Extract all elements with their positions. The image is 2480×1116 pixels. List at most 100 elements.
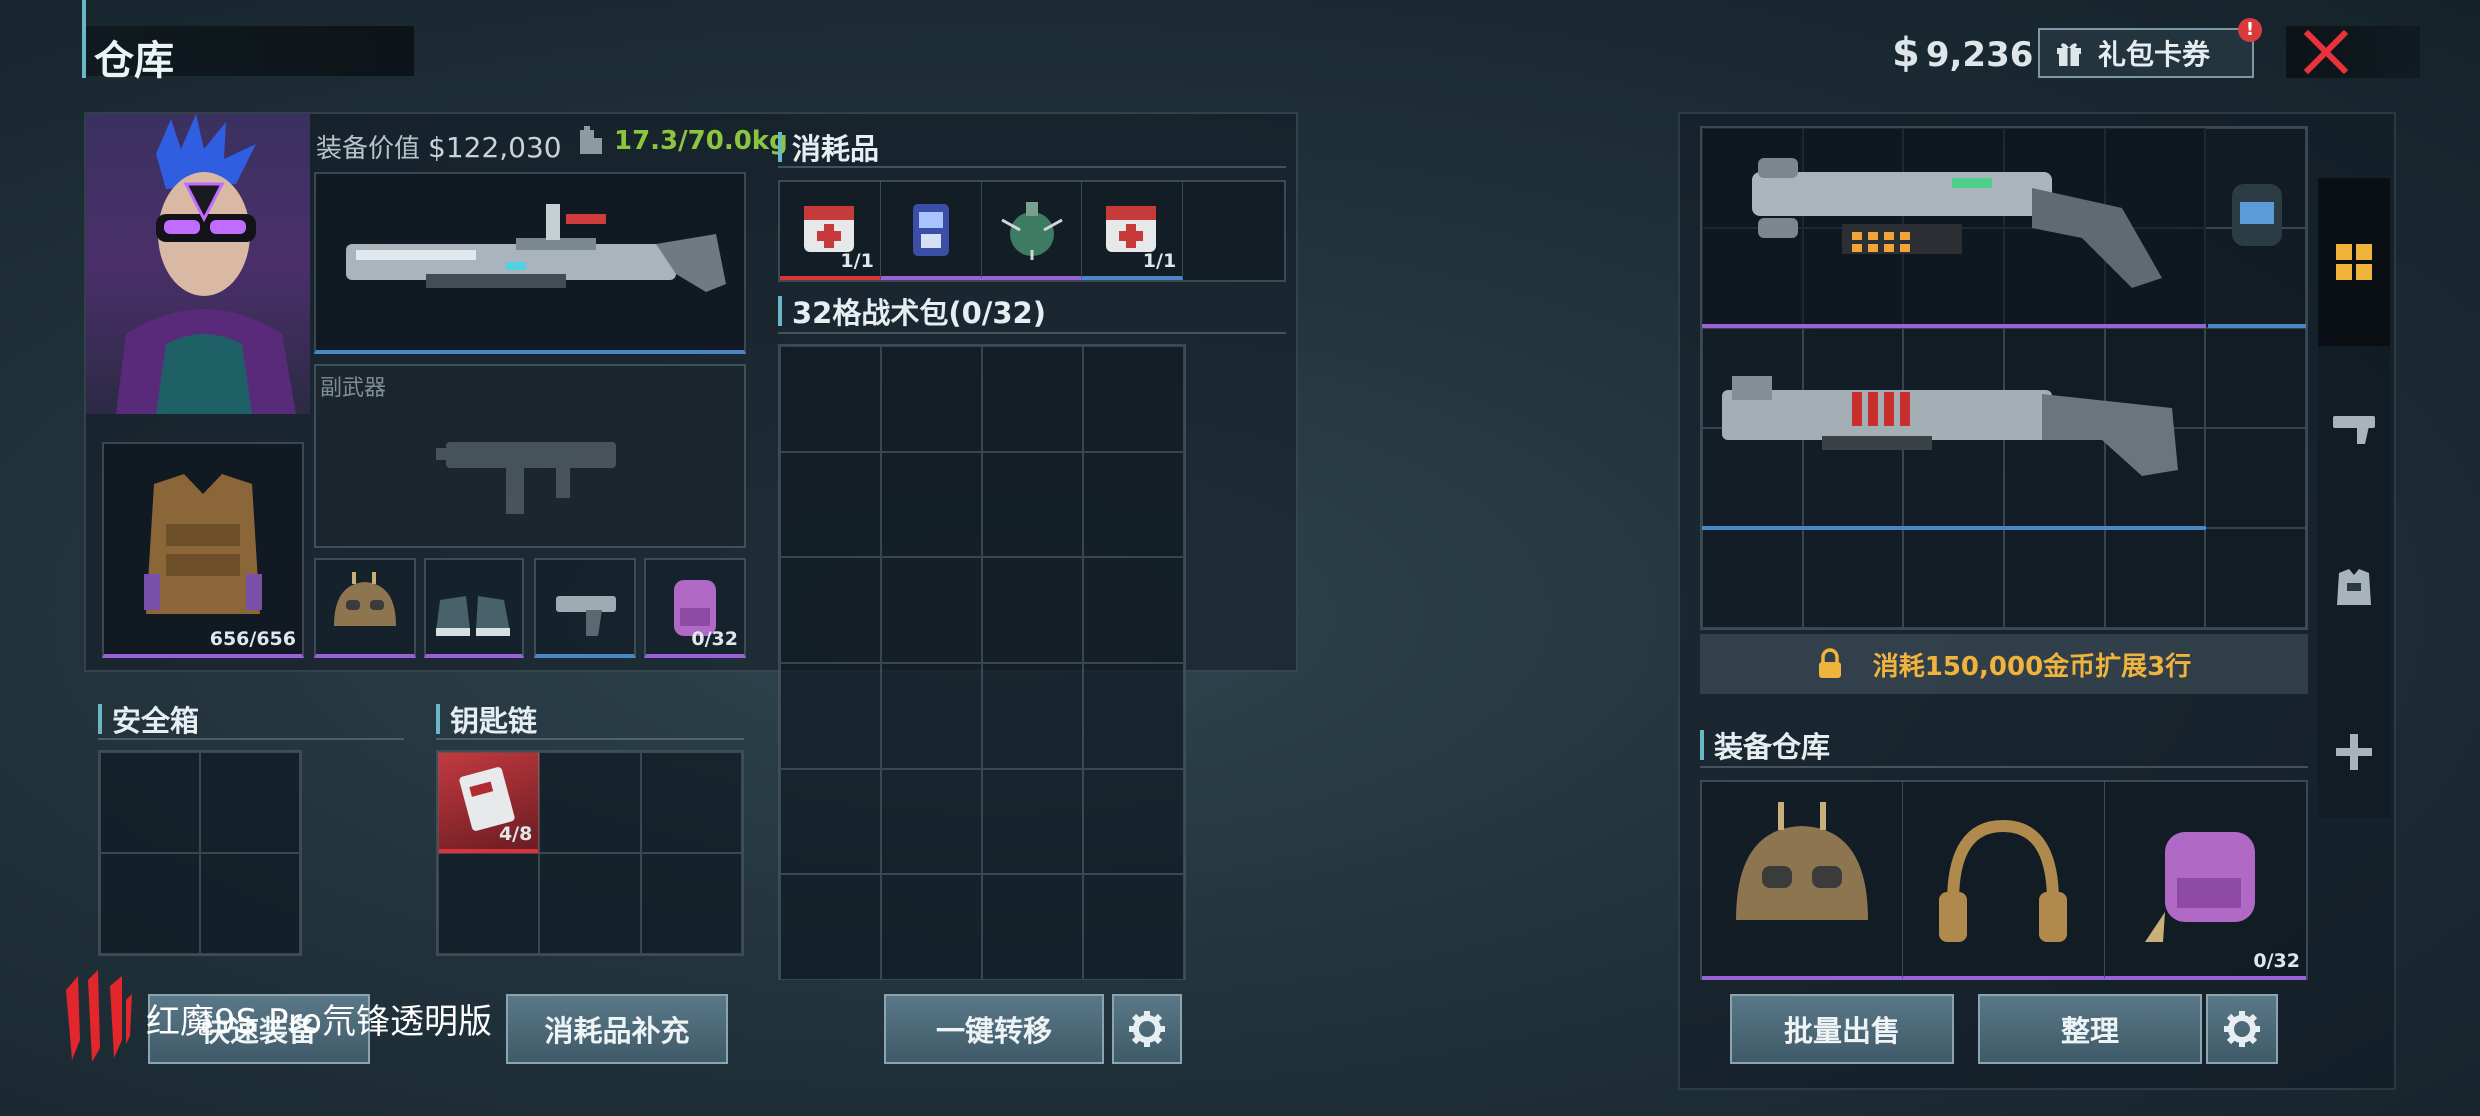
bag-cell[interactable] — [780, 662, 881, 769]
keychain-cell[interactable] — [539, 752, 641, 853]
storage-settings-button[interactable] — [2206, 994, 2278, 1064]
gift-icon — [2057, 43, 2081, 66]
character-portrait[interactable] — [86, 114, 310, 414]
storage-cell[interactable] — [1702, 528, 1803, 628]
secondary-weapon-slot[interactable]: 副武器 — [314, 364, 746, 548]
page-title: 仓库 — [94, 38, 174, 84]
one-click-transfer-button[interactable]: 一键转移 — [884, 994, 1104, 1064]
bag-cell[interactable] — [1083, 557, 1184, 663]
bag-cell[interactable] — [982, 557, 1083, 663]
bag-cell[interactable] — [982, 768, 1083, 875]
keychain-title: 钥匙链 — [436, 698, 537, 740]
refill-consumables-button[interactable]: 消耗品补充 — [506, 994, 728, 1064]
bag-cell[interactable] — [982, 346, 1083, 452]
tactical-bag-title: 32格战术包(0/32) — [778, 290, 1046, 332]
storage-expand-bar[interactable]: 消耗150,000金币扩展3行 — [1700, 634, 2308, 694]
tab-all-items[interactable] — [2318, 178, 2390, 346]
consumables-accent — [778, 132, 782, 162]
bag-cell[interactable] — [780, 874, 881, 980]
bag-cell[interactable] — [780, 768, 881, 875]
consumable-slot[interactable]: 1/1 — [780, 182, 881, 280]
bag-cell[interactable] — [982, 451, 1083, 558]
close-button[interactable] — [2286, 26, 2420, 78]
storage-cell[interactable] — [2205, 428, 2306, 528]
safe-box-cell[interactable] — [200, 853, 300, 954]
transfer-settings-button[interactable] — [1112, 994, 1182, 1064]
bag-cell[interactable] — [780, 346, 881, 452]
stored-shotgun-item[interactable] — [1702, 128, 2206, 328]
keychain-cell[interactable] — [640, 752, 742, 853]
safe-box-cell[interactable] — [200, 752, 300, 853]
heavy-shotgun-icon — [1722, 376, 2178, 476]
consumables-row: 1/1 1/1 — [778, 180, 1286, 282]
backpack-icon — [2144, 832, 2255, 942]
equipment-value-label: 装备价值 — [316, 134, 421, 164]
safe-box-cell[interactable] — [100, 853, 200, 954]
dollar-icon: $ — [1892, 30, 1920, 76]
tab-add[interactable] — [2318, 712, 2390, 792]
equipment-storage-title-text: 装备仓库 — [1714, 730, 1831, 764]
equipment-storage-slot[interactable]: 0/32 — [2104, 782, 2306, 980]
armor-slot[interactable]: 656/656 — [102, 442, 304, 658]
keychain-title-text: 钥匙链 — [450, 704, 538, 738]
pistol-slot[interactable] — [534, 558, 636, 658]
keychain-cell[interactable] — [438, 853, 540, 954]
consumables-divider — [778, 166, 1286, 168]
bag-cell[interactable] — [881, 346, 982, 452]
armor-durability: 656/656 — [209, 628, 296, 650]
bulk-sell-button[interactable]: 批量出售 — [1730, 994, 1954, 1064]
grid-category-icon — [2336, 244, 2372, 280]
bag-cell[interactable] — [780, 451, 881, 558]
bag-cell[interactable] — [1083, 768, 1184, 875]
bag-cell[interactable] — [881, 768, 982, 875]
bag-cell[interactable] — [1083, 346, 1184, 452]
keychain-grid[interactable]: 4/8 — [436, 750, 744, 956]
equipment-storage-slot[interactable] — [1903, 782, 2105, 980]
keychain-divider — [436, 738, 744, 740]
weight-display: 17.3/70.0kg — [578, 126, 788, 156]
bag-cell[interactable] — [881, 662, 982, 769]
keychain-cell[interactable] — [640, 853, 742, 954]
bag-cell[interactable] — [780, 557, 881, 663]
bag-cell[interactable] — [1083, 662, 1184, 769]
device-watermark: 红魔9S Pro氘锋透明版 — [60, 970, 492, 1066]
keychain-slot[interactable]: 4/8 — [438, 752, 540, 853]
bag-cell[interactable] — [982, 662, 1083, 769]
equipment-storage-slot[interactable] — [1702, 782, 1904, 980]
tab-armor[interactable] — [2318, 548, 2390, 628]
storage-cell[interactable] — [2104, 528, 2206, 628]
helmet-slot[interactable] — [314, 558, 416, 658]
keychain-cell[interactable] — [539, 853, 641, 954]
storage-cell[interactable] — [2003, 528, 2105, 628]
tab-weapons[interactable] — [2318, 388, 2390, 468]
consumable-slot[interactable] — [880, 182, 982, 280]
character-avatar-icon — [116, 114, 296, 414]
tactical-bag-grid[interactable] — [778, 344, 1186, 980]
bag-cell[interactable] — [1083, 451, 1184, 558]
safe-box-grid[interactable] — [98, 750, 302, 956]
primary-weapon-slot[interactable] — [314, 172, 746, 354]
consumable-slot-empty[interactable] — [1183, 182, 1284, 280]
grenade-icon — [1000, 202, 1063, 260]
safe-box-cell[interactable] — [100, 752, 200, 853]
bag-cell[interactable] — [881, 451, 982, 558]
gift-coupon-button[interactable]: 礼包卡券 — [2038, 28, 2254, 78]
storage-cell[interactable] — [1903, 528, 2004, 628]
smg-placeholder-icon — [436, 442, 616, 514]
key-count: 4/8 — [498, 823, 533, 845]
bag-cell[interactable] — [881, 557, 982, 663]
bag-cell[interactable] — [881, 874, 982, 980]
stored-backpack-item[interactable] — [2208, 128, 2306, 328]
bag-cell[interactable] — [982, 874, 1083, 980]
backpack-slot[interactable]: 0/32 — [644, 558, 746, 658]
bag-cell[interactable] — [1083, 874, 1184, 980]
organize-button[interactable]: 整理 — [1978, 994, 2202, 1064]
consumable-slot[interactable] — [981, 182, 1083, 280]
storage-cell[interactable] — [2205, 328, 2306, 428]
plus-icon — [2336, 734, 2372, 770]
stored-heavy-shotgun-item[interactable] — [1702, 330, 2206, 530]
consumable-slot[interactable]: 1/1 — [1082, 182, 1184, 280]
boots-slot[interactable] — [424, 558, 524, 658]
storage-cell[interactable] — [1802, 528, 1904, 628]
storage-cell[interactable] — [2205, 528, 2306, 628]
